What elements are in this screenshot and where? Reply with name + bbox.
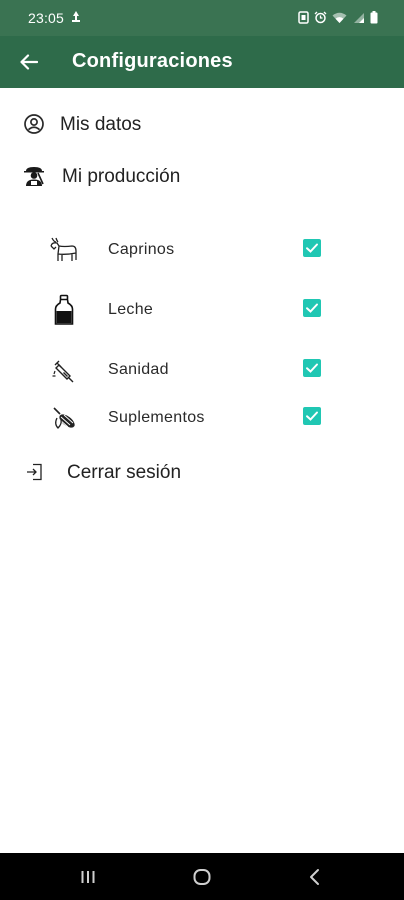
check-icon (306, 303, 318, 313)
menu-item-label: Mi producción (62, 166, 181, 187)
status-time: 23:05 (28, 10, 65, 26)
recent-apps-icon (81, 871, 95, 883)
home-button[interactable] (182, 863, 222, 891)
menu-item-mis-datos[interactable]: Mis datos (0, 102, 404, 146)
check-icon (306, 411, 318, 421)
milk-bottle-icon (54, 294, 74, 325)
page-title: Configuraciones (72, 50, 233, 72)
caprinos-checkbox[interactable] (303, 239, 321, 257)
production-item-suplementos: Suplementos (0, 394, 404, 440)
goat-icon (50, 237, 77, 261)
arrow-left-icon (20, 54, 38, 70)
back-button[interactable] (12, 45, 46, 79)
notification-icon (72, 11, 80, 22)
sanidad-checkbox[interactable] (303, 359, 321, 377)
alarm-icon (314, 11, 327, 24)
status-icons (298, 11, 378, 24)
app-bar: Configuraciones (0, 36, 404, 88)
status-bar: 23:05 (0, 0, 404, 36)
recent-apps-button[interactable] (68, 863, 108, 891)
menu-item-label: Cerrar sesión (67, 462, 182, 483)
battery-icon (370, 11, 378, 24)
syringe-icon (52, 360, 74, 383)
leche-checkbox[interactable] (303, 299, 321, 317)
signal-icon (354, 12, 364, 23)
nav-back-button[interactable] (295, 863, 335, 891)
wifi-icon (332, 12, 347, 23)
production-item-label: Caprinos (108, 241, 175, 258)
menu-item-mi-produccion[interactable]: Mi producción (0, 154, 404, 198)
production-item-leche: Leche (0, 286, 404, 332)
production-item-label: Sanidad (108, 361, 169, 378)
corn-icon (53, 407, 75, 429)
menu-item-label: Mis datos (60, 114, 142, 135)
battery-saver-icon (298, 11, 309, 24)
suplementos-checkbox[interactable] (303, 407, 321, 425)
production-item-label: Leche (108, 301, 154, 318)
back-icon (310, 869, 319, 885)
home-icon (193, 869, 211, 885)
logout-icon (27, 463, 42, 481)
farmer-icon (24, 167, 44, 186)
menu-item-cerrar-sesion[interactable]: Cerrar sesión (0, 450, 404, 494)
production-item-label: Suplementos (108, 409, 205, 426)
check-icon (306, 363, 318, 373)
system-navigation-bar (0, 853, 404, 900)
production-item-sanidad: Sanidad (0, 346, 404, 392)
account-circle-icon (24, 114, 44, 134)
production-item-caprinos: Caprinos (0, 226, 404, 272)
check-icon (306, 243, 318, 253)
